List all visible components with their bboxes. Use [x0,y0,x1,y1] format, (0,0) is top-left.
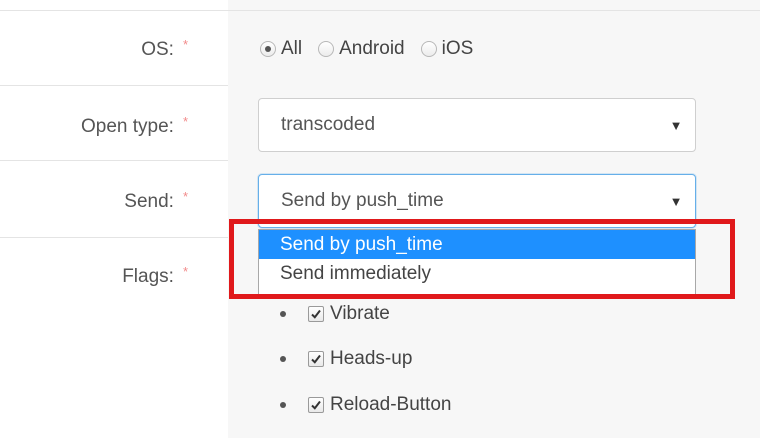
os-radio-android-label: Android [339,38,405,59]
flag-item-vibrate: Vibrate [280,301,390,327]
send-label-text: Send: [124,191,174,212]
flag-item-reload-button: Reload-Button [280,392,451,418]
open-type-select-value: transcoded [281,114,376,135]
row-divider [0,10,228,11]
flag-heads-up-label: Heads-up [330,348,413,369]
label-column [0,0,228,438]
radio-unselected-icon[interactable] [420,41,437,57]
bullet-icon [280,402,286,408]
os-label-text: OS: [141,39,174,60]
send-dropdown-list: Send by push_time Send immediately [258,229,696,295]
send-select[interactable]: Send by push_time ▼ [258,174,696,228]
radio-selected-icon[interactable] [260,41,276,57]
required-mark: * [182,37,188,52]
os-radio-all[interactable]: All [260,38,302,60]
open-type-select[interactable]: transcoded ▼ [258,98,696,152]
flags-label-text: Flags: [122,266,174,287]
triangle-down-icon[interactable]: ▼ [669,118,683,133]
os-radio-group: All Android iOS [260,36,489,62]
radio-unselected-icon[interactable] [318,41,335,57]
required-mark: * [182,264,188,279]
row-divider [0,85,228,86]
flags-label: Flags: * [0,264,188,288]
checkbox-checked-icon[interactable] [308,397,324,413]
triangle-down-icon[interactable]: ▼ [669,194,683,209]
os-radio-ios-label: iOS [441,38,474,59]
push-settings-form: OS: * Open type: * Send: * Flags: * All Andr… [0,0,760,438]
bullet-icon [280,356,286,362]
os-radio-ios[interactable]: iOS [420,38,474,60]
bullet-icon [280,311,286,317]
send-select-value: Send by push_time [281,190,444,211]
checkbox-checked-icon[interactable] [308,351,324,367]
open-type-label: Open type: * [0,114,188,138]
send-option-immediately[interactable]: Send immediately [259,259,695,288]
open-type-label-text: Open type: [80,116,174,137]
flag-vibrate-label: Vibrate [330,303,390,324]
required-mark: * [182,114,188,129]
flag-item-heads-up: Heads-up [280,346,412,372]
row-divider [0,237,228,238]
os-label: OS: * [0,37,188,61]
checkbox-checked-icon[interactable] [308,306,324,322]
send-option-push-time[interactable]: Send by push_time [259,230,695,259]
os-radio-all-label: All [281,38,303,59]
row-divider [0,160,228,161]
send-label: Send: * [0,189,188,213]
flag-reload-button-label: Reload-Button [330,394,452,415]
os-radio-android[interactable]: Android [318,38,405,60]
row-divider [228,10,760,11]
required-mark: * [182,189,188,204]
